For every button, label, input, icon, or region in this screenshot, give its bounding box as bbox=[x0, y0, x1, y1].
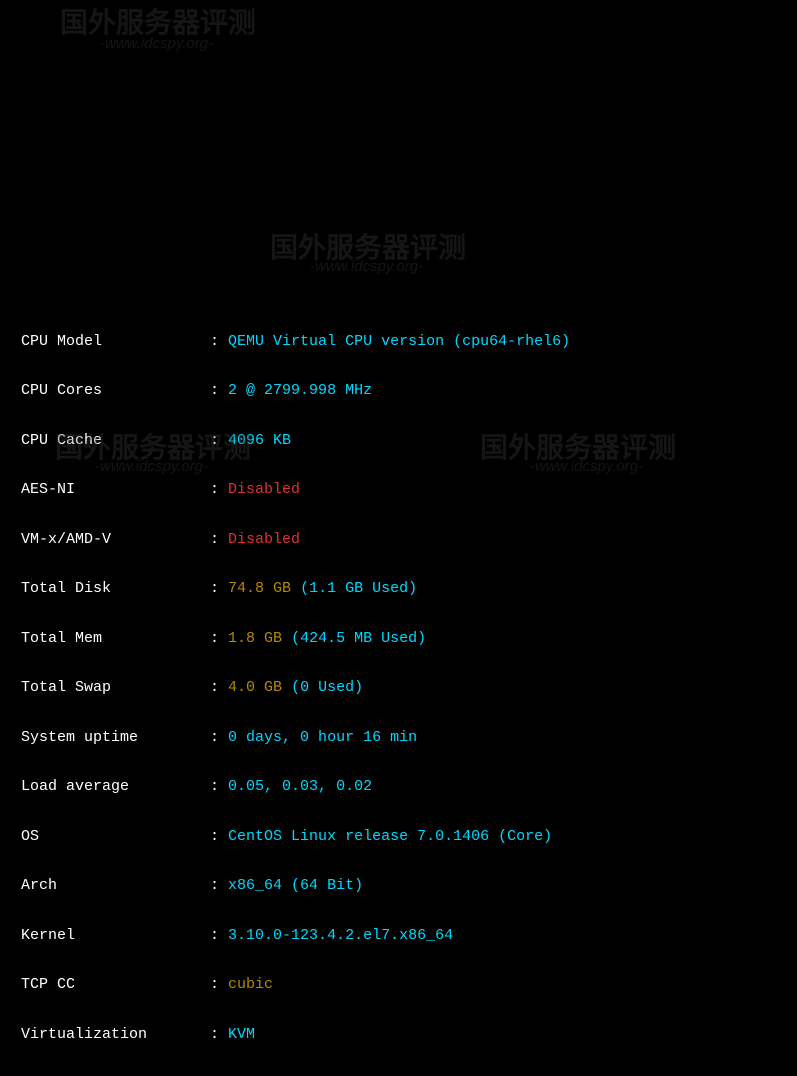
org-row: Organization : AS398993 PEG TECH INC bbox=[12, 1072, 785, 1076]
virt-row: Virtualization : KVM bbox=[12, 1023, 785, 1048]
total-disk-extra: (1.1 GB Used) bbox=[291, 577, 417, 602]
total-swap-extra: (0 Used) bbox=[282, 676, 363, 701]
load-avg-value: 0.05, 0.03, 0.02 bbox=[228, 775, 372, 800]
total-swap-label: Total Swap bbox=[12, 676, 201, 701]
total-mem-row: Total Mem : 1.8 GB (424.5 MB Used) bbox=[12, 627, 785, 652]
watermark-url: -www.idcspy.org- bbox=[530, 455, 643, 480]
virt-label: Virtualization bbox=[12, 1023, 201, 1048]
cpu-model-row: CPU Model : QEMU Virtual CPU version (cp… bbox=[12, 330, 785, 355]
aes-ni-value: Disabled bbox=[228, 478, 300, 503]
total-mem-extra: (424.5 MB Used) bbox=[282, 627, 426, 652]
total-disk-row: Total Disk : 74.8 GB (1.1 GB Used) bbox=[12, 577, 785, 602]
tcp-cc-value: cubic bbox=[228, 973, 273, 998]
cpu-cache-label: CPU Cache bbox=[12, 429, 201, 454]
tcp-cc-row: TCP CC : cubic bbox=[12, 973, 785, 998]
cpu-cores-value: 2 @ 2799.998 MHz bbox=[228, 379, 372, 404]
watermark-url: -www.idcspy.org- bbox=[95, 455, 208, 480]
os-row: OS : CentOS Linux release 7.0.1406 (Core… bbox=[12, 825, 785, 850]
tcp-cc-label: TCP CC bbox=[12, 973, 201, 998]
uptime-value: 0 days, 0 hour 16 min bbox=[228, 726, 417, 751]
uptime-label: System uptime bbox=[12, 726, 201, 751]
arch-value: x86_64 (64 Bit) bbox=[228, 874, 363, 899]
kernel-label: Kernel bbox=[12, 924, 201, 949]
cpu-model-label: CPU Model bbox=[12, 330, 201, 355]
cpu-cores-row: CPU Cores : 2 @ 2799.998 MHz bbox=[12, 379, 785, 404]
load-avg-label: Load average bbox=[12, 775, 201, 800]
cpu-cores-label: CPU Cores bbox=[12, 379, 201, 404]
total-disk-label: Total Disk bbox=[12, 577, 201, 602]
uptime-row: System uptime : 0 days, 0 hour 16 min bbox=[12, 726, 785, 751]
cpu-cache-row: CPU Cache : 4096 KB bbox=[12, 429, 785, 454]
load-avg-row: Load average : 0.05, 0.03, 0.02 bbox=[12, 775, 785, 800]
os-label: OS bbox=[12, 825, 201, 850]
vmx-amdv-label: VM-x/AMD-V bbox=[12, 528, 201, 553]
cpu-model-value: QEMU Virtual CPU version (cpu64-rhel6) bbox=[228, 330, 570, 355]
aes-ni-label: AES-NI bbox=[12, 478, 201, 503]
vmx-amdv-value: Disabled bbox=[228, 528, 300, 553]
total-mem-label: Total Mem bbox=[12, 627, 201, 652]
total-swap-row: Total Swap : 4.0 GB (0 Used) bbox=[12, 676, 785, 701]
watermark-title: 国外服务器评测 bbox=[60, 0, 256, 46]
os-value: CentOS Linux release 7.0.1406 (Core) bbox=[228, 825, 552, 850]
total-mem-value: 1.8 GB bbox=[228, 627, 282, 652]
virt-value: KVM bbox=[228, 1023, 255, 1048]
aes-ni-row: AES-NI : Disabled bbox=[12, 478, 785, 503]
kernel-value: 3.10.0-123.4.2.el7.x86_64 bbox=[228, 924, 453, 949]
total-disk-value: 74.8 GB bbox=[228, 577, 291, 602]
org-label: Organization bbox=[12, 1072, 201, 1076]
total-swap-value: 4.0 GB bbox=[228, 676, 282, 701]
watermark-url: -www.idcspy.org- bbox=[100, 32, 213, 57]
org-value: AS398993 PEG TECH INC bbox=[228, 1072, 417, 1076]
kernel-row: Kernel : 3.10.0-123.4.2.el7.x86_64 bbox=[12, 924, 785, 949]
vmx-amdv-row: VM-x/AMD-V : Disabled bbox=[12, 528, 785, 553]
watermark-title: 国外服务器评测 bbox=[270, 225, 466, 271]
watermark-url: -www.idcspy.org- bbox=[310, 255, 423, 280]
arch-row: Arch : x86_64 (64 Bit) bbox=[12, 874, 785, 899]
arch-label: Arch bbox=[12, 874, 201, 899]
cpu-cache-value: 4096 KB bbox=[228, 429, 291, 454]
